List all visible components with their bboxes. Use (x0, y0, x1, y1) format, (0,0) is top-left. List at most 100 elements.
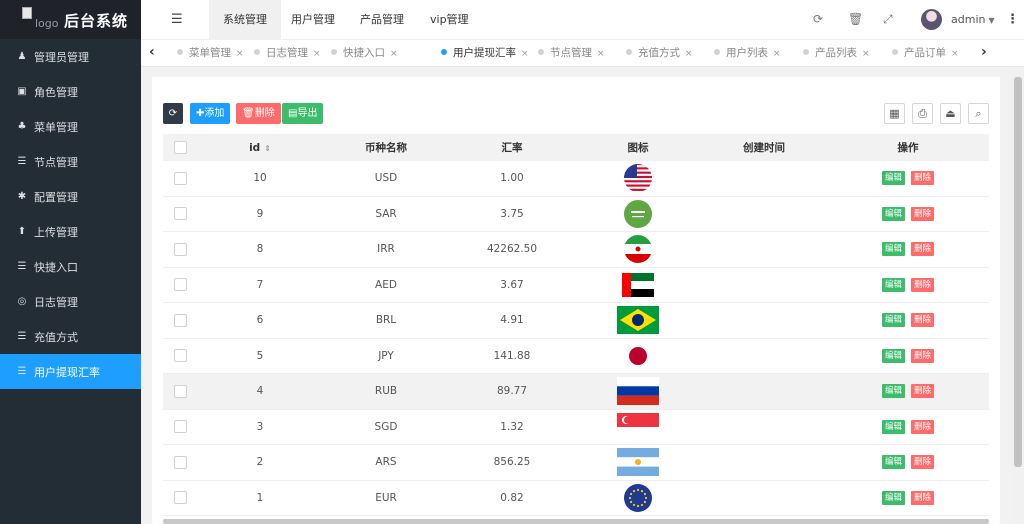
chevron-left-icon[interactable]: ‹ (149, 44, 155, 60)
sidebar-item[interactable]: ◎ 日志管理 (0, 284, 141, 319)
more-icon[interactable]: ⋮ (1006, 12, 1019, 27)
delete-row-button[interactable]: 删除 (911, 348, 935, 363)
sidebar-item[interactable]: ⬆ 上传管理 (0, 214, 141, 249)
table-row[interactable]: 10 USD 1.00 编辑 删除 (163, 161, 989, 197)
trash-icon[interactable]: 🗑 (848, 12, 863, 26)
edit-button[interactable]: 编辑 (881, 348, 905, 363)
table-row[interactable]: 5 JPY 141.88 编辑 删除 (163, 339, 989, 374)
delete-row-button[interactable]: 删除 (911, 455, 935, 470)
top-nav-tab[interactable]: 产品管理 (346, 0, 418, 40)
sidebar-item[interactable]: ♟ 管理员管理 (0, 39, 141, 74)
select-all-checkbox[interactable] (173, 141, 187, 154)
row-checkbox[interactable] (173, 313, 187, 327)
page-tab[interactable]: 充值方式 × (626, 40, 693, 67)
row-checkbox[interactable] (173, 207, 187, 221)
tab-status-dot (892, 49, 898, 55)
row-checkbox[interactable] (173, 455, 187, 469)
delete-row-button[interactable]: 删除 (911, 313, 935, 328)
row-checkbox[interactable] (173, 278, 187, 292)
top-nav-tab[interactable]: vip管理 (416, 0, 483, 40)
row-checkbox[interactable] (173, 384, 187, 398)
delete-row-button[interactable]: 删除 (911, 384, 935, 399)
delete-row-button[interactable]: 删除 (911, 242, 935, 257)
table-row[interactable]: 4 RUB 89.77 编辑 删除 (163, 374, 989, 410)
page-tab[interactable]: 节点管理 × (538, 40, 605, 67)
menu-toggle-icon[interactable]: ☰ (171, 12, 183, 27)
row-checkbox[interactable] (173, 420, 187, 434)
export-menu-icon[interactable]: ⏏ (940, 103, 961, 124)
page-tab[interactable]: 菜单管理 × (177, 40, 244, 67)
column-header-id[interactable]: id ⇕ (197, 142, 323, 154)
close-icon[interactable]: × (597, 49, 605, 59)
chevron-right-icon[interactable]: › (981, 44, 987, 60)
sidebar-item[interactable]: ☰ 节点管理 (0, 144, 141, 179)
column-id-label: id (249, 141, 261, 154)
row-checkbox[interactable] (173, 171, 187, 185)
horizontal-scrollbar[interactable] (163, 519, 989, 524)
sidebar-item[interactable]: ▣ 角色管理 (0, 74, 141, 109)
edit-button[interactable]: 编辑 (881, 206, 905, 221)
user-menu[interactable]: admin ▼ (951, 13, 995, 26)
table-row[interactable]: 8 IRR 42262.50 编辑 删除 (163, 232, 989, 268)
sidebar-item[interactable]: ☰ 快捷入口 (0, 249, 141, 284)
table-row[interactable]: 1 EUR 0.82 编辑 删除 (163, 481, 989, 516)
close-icon[interactable]: × (862, 49, 870, 59)
edit-button[interactable]: 编辑 (881, 490, 905, 505)
columns-icon[interactable]: ▦ (884, 103, 905, 124)
close-icon[interactable]: × (521, 49, 529, 59)
close-icon[interactable]: × (951, 49, 959, 59)
edit-button[interactable]: 编辑 (881, 384, 905, 399)
upload-icon: ⬆ (17, 226, 27, 237)
sort-icon[interactable]: ⇕ (264, 144, 271, 153)
search-icon[interactable]: ⌕ (968, 103, 989, 124)
cell-currency-name: AED (375, 278, 397, 291)
top-nav-tab[interactable]: 用户管理 (277, 0, 349, 40)
print-icon[interactable]: ⎙ (912, 103, 933, 124)
edit-button[interactable]: 编辑 (881, 313, 905, 328)
edit-button[interactable]: 编辑 (881, 242, 905, 257)
table-row[interactable]: 3 SGD 1.32 编辑 删除 (163, 410, 989, 445)
row-checkbox[interactable] (173, 349, 187, 363)
edit-button[interactable]: 编辑 (881, 419, 905, 434)
delete-row-button[interactable]: 删除 (911, 490, 935, 505)
sidebar-item[interactable]: ☰ 充值方式 (0, 319, 141, 354)
table-row[interactable]: 2 ARS 856.25 编辑 删除 (163, 445, 989, 481)
close-icon[interactable]: × (685, 49, 693, 59)
edit-button[interactable]: 编辑 (881, 277, 905, 292)
top-nav-tab[interactable]: 系统管理 (209, 0, 281, 40)
close-icon[interactable]: × (313, 49, 321, 59)
vertical-scrollbar[interactable] (1012, 67, 1024, 524)
page-tab[interactable]: 日志管理 × (254, 40, 321, 67)
row-checkbox[interactable] (173, 242, 187, 256)
delete-row-button[interactable]: 删除 (911, 206, 935, 221)
page-tab[interactable]: 产品列表 × (803, 40, 870, 67)
table-row[interactable]: 6 BRL 4.91 编辑 删除 (163, 303, 989, 339)
sidebar-item[interactable]: ✱ 配置管理 (0, 179, 141, 214)
edit-button[interactable]: 编辑 (881, 455, 905, 470)
add-button[interactable]: ✚添加 (190, 103, 231, 124)
close-icon[interactable]: × (390, 49, 398, 59)
sidebar-item[interactable]: ♣ 菜单管理 (0, 109, 141, 144)
delete-row-button[interactable]: 删除 (911, 419, 935, 434)
delete-row-button[interactable]: 删除 (911, 171, 935, 186)
table-row[interactable]: 7 AED 3.67 编辑 删除 (163, 268, 989, 303)
avatar[interactable] (921, 9, 942, 30)
scrollbar-thumb[interactable] (1014, 77, 1022, 467)
page-tab[interactable]: 快捷入口 × (331, 40, 398, 67)
refresh-icon[interactable]: ⟳ (813, 12, 823, 26)
row-checkbox[interactable] (173, 491, 187, 505)
flag-us-icon (575, 163, 701, 193)
fullscreen-icon[interactable]: ⤢ (883, 12, 893, 27)
page-tab[interactable]: 用户提现汇率 × (441, 40, 529, 67)
delete-row-button[interactable]: 删除 (911, 277, 935, 292)
table-row[interactable]: 9 SAR 3.75 编辑 删除 (163, 197, 989, 232)
refresh-button[interactable]: ⟳ (163, 103, 183, 124)
page-tab[interactable]: 产品订单 × (892, 40, 959, 67)
export-button[interactable]: ▤导出 (282, 103, 324, 124)
page-tab[interactable]: 用户列表 × (714, 40, 781, 67)
close-icon[interactable]: × (236, 49, 244, 59)
sidebar-item[interactable]: ☰ 用户提现汇率 (0, 354, 141, 389)
edit-button[interactable]: 编辑 (881, 171, 905, 186)
delete-button[interactable]: 🗑删除 (236, 103, 281, 124)
close-icon[interactable]: × (773, 49, 781, 59)
